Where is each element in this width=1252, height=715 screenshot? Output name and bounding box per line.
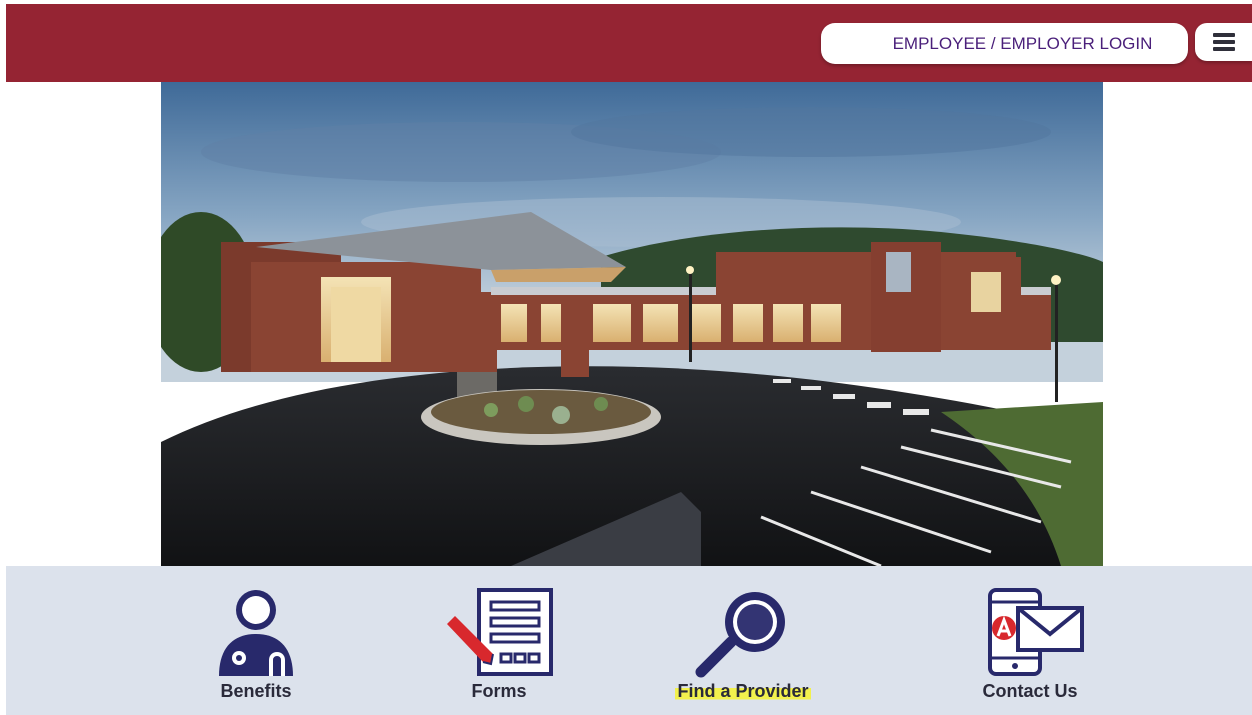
doctor-stethoscope-icon [219, 590, 293, 676]
forms-label: Forms [471, 681, 527, 701]
find-a-provider-label: Find a Provider [675, 681, 811, 701]
hero-image [161, 82, 1103, 566]
quick-links-bar: Benefits Forms Find a Provider Contact U… [6, 566, 1252, 715]
phone-envelope-icon [988, 588, 1084, 676]
magnifying-glass-icon [695, 592, 785, 678]
menu-button[interactable] [1195, 23, 1252, 61]
benefits-label: Benefits [220, 681, 292, 701]
forms-link[interactable]: Forms [399, 566, 599, 715]
employee-employer-login-button[interactable]: EMPLOYEE / EMPLOYER LOGIN [821, 23, 1188, 64]
benefits-link[interactable]: Benefits [156, 566, 356, 715]
contact-us-link[interactable]: Contact Us [930, 566, 1130, 715]
find-a-provider-link[interactable]: Find a Provider [643, 566, 843, 715]
hamburger-menu-icon [1212, 33, 1235, 51]
document-pencil-icon [447, 588, 553, 676]
contact-us-label: Contact Us [982, 681, 1078, 701]
